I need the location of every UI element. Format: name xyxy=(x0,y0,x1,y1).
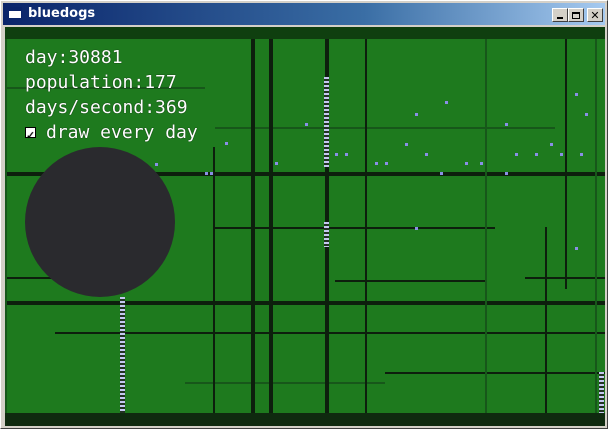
canvas-bottom-band xyxy=(5,413,605,426)
dog xyxy=(585,113,588,116)
dog xyxy=(575,247,578,250)
dog xyxy=(385,162,388,165)
dog xyxy=(580,153,583,156)
window-title: bluedogs xyxy=(28,6,96,21)
dog xyxy=(335,153,338,156)
dog-stack xyxy=(599,372,604,413)
dog-stack xyxy=(324,222,329,247)
dog xyxy=(275,162,278,165)
app-window: bluedogs ✕ day:30881 population:177 days… xyxy=(0,0,608,429)
dog xyxy=(305,123,308,126)
dog xyxy=(445,101,448,104)
dog xyxy=(375,162,378,165)
dog xyxy=(345,153,348,156)
road xyxy=(5,39,7,413)
canvas-top-band xyxy=(5,27,605,39)
dog-stack xyxy=(324,77,329,167)
road xyxy=(269,39,273,413)
road xyxy=(213,147,215,413)
dark-crater xyxy=(25,147,175,297)
dog xyxy=(535,153,538,156)
dog xyxy=(210,172,213,175)
maximize-icon xyxy=(572,11,580,19)
dog xyxy=(425,153,428,156)
draw-every-day-label: draw every day xyxy=(46,122,198,143)
road xyxy=(595,39,597,413)
dog xyxy=(440,172,443,175)
dog xyxy=(550,143,553,146)
road xyxy=(485,39,487,413)
title-bar[interactable]: bluedogs ✕ xyxy=(3,3,605,25)
dog xyxy=(505,123,508,126)
dog-stack xyxy=(120,297,125,413)
road xyxy=(565,39,567,289)
days-per-second-counter: days/second:369 xyxy=(25,97,188,118)
app-icon xyxy=(8,7,22,19)
dog xyxy=(225,142,228,145)
road xyxy=(251,39,255,413)
road xyxy=(185,382,385,384)
simulation-canvas[interactable]: day:30881 population:177 days/second:369… xyxy=(5,27,605,426)
road xyxy=(385,372,605,374)
dog xyxy=(480,162,483,165)
dog xyxy=(515,153,518,156)
close-icon: ✕ xyxy=(590,8,600,22)
road xyxy=(55,332,605,334)
road xyxy=(545,227,547,413)
hud-overlay: day:30881 population:177 days/second:369… xyxy=(25,45,198,148)
dog xyxy=(465,162,468,165)
dog xyxy=(415,227,418,230)
road xyxy=(215,127,555,129)
close-button[interactable]: ✕ xyxy=(587,8,603,22)
minimize-icon xyxy=(557,17,563,19)
dog xyxy=(155,163,158,166)
draw-every-day-checkbox[interactable] xyxy=(25,123,36,148)
dog xyxy=(405,143,408,146)
road xyxy=(365,39,367,413)
day-counter: day:30881 xyxy=(25,47,123,68)
road xyxy=(5,301,605,305)
minimize-button[interactable] xyxy=(552,8,568,22)
dog xyxy=(415,113,418,116)
road xyxy=(335,280,485,282)
road xyxy=(215,227,495,229)
dog xyxy=(575,93,578,96)
dog xyxy=(205,172,208,175)
draw-every-day-toggle[interactable]: draw every day xyxy=(25,120,198,148)
dog xyxy=(560,153,563,156)
dog xyxy=(505,172,508,175)
population-counter: population:177 xyxy=(25,72,177,93)
maximize-button[interactable] xyxy=(568,8,584,22)
